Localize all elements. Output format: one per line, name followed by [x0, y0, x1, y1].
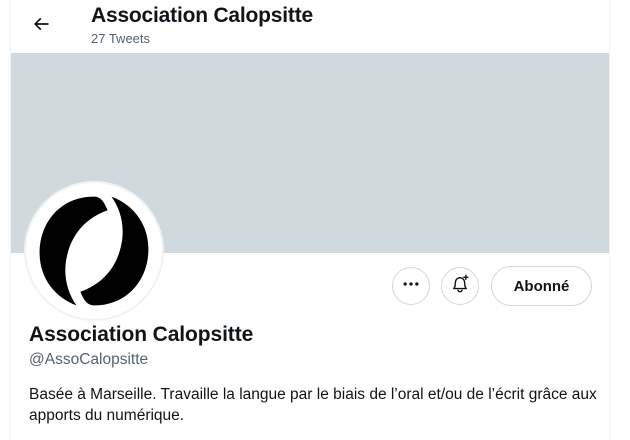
profile-page: Association Calopsitte 27 Tweets Abonné … — [10, 0, 610, 440]
profile-header: Association Calopsitte 27 Tweets — [11, 0, 609, 53]
tweet-count: 27 Tweets — [91, 31, 151, 46]
calopsitte-logo-icon — [27, 184, 161, 318]
following-button[interactable]: Abonné — [491, 266, 592, 306]
avatar[interactable] — [24, 181, 164, 321]
bell-plus-icon — [450, 274, 470, 299]
handle: @AssoCalopsitte — [29, 351, 149, 368]
more-button[interactable] — [392, 267, 430, 305]
arrow-left-icon — [31, 14, 51, 39]
more-horizontal-icon — [401, 274, 421, 299]
back-button[interactable] — [25, 10, 57, 42]
header-title: Association Calopsitte — [91, 4, 313, 27]
notifications-button[interactable] — [441, 267, 479, 305]
profile-bio: Basée à Marseille. Travaille la langue p… — [29, 386, 597, 424]
display-name: Association Calopsitte — [29, 323, 254, 346]
